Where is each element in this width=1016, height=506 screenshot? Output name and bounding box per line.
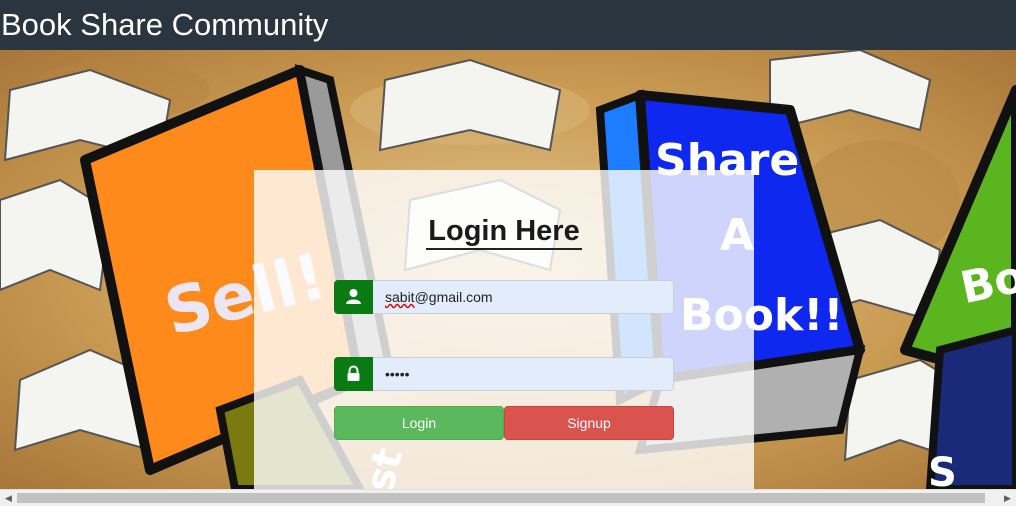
login-heading-text: Login Here [426, 215, 582, 250]
user-icon [346, 289, 361, 304]
email-field-rest: @gmail.com [414, 289, 493, 305]
email-field-group: sabit@gmail.com [334, 280, 674, 314]
password-field-group: ••••• [334, 357, 674, 391]
top-header: Book Share Community [0, 0, 1016, 50]
email-field[interactable]: sabit@gmail.com [373, 280, 674, 314]
password-field[interactable]: ••••• [373, 357, 674, 391]
signup-button[interactable]: Signup [504, 406, 674, 440]
book-label-s: S [928, 450, 957, 489]
scroll-left-icon[interactable]: ◀ [0, 490, 17, 506]
email-field-underlined: sabit [385, 289, 415, 305]
login-panel: Login Here sabit@gmail.com ••••• Login S… [254, 170, 754, 489]
lock-icon [347, 365, 360, 381]
user-icon-addon [334, 280, 373, 314]
scrollbar-thumb[interactable] [17, 493, 985, 503]
lock-icon-addon [334, 357, 373, 391]
scroll-right-icon[interactable]: ▶ [999, 490, 1016, 506]
login-button[interactable]: Login [334, 406, 504, 440]
login-heading: Login Here [254, 214, 754, 250]
horizontal-scrollbar[interactable]: ◀ ▶ [0, 489, 1016, 506]
site-title: Book Share Community [1, 7, 329, 42]
